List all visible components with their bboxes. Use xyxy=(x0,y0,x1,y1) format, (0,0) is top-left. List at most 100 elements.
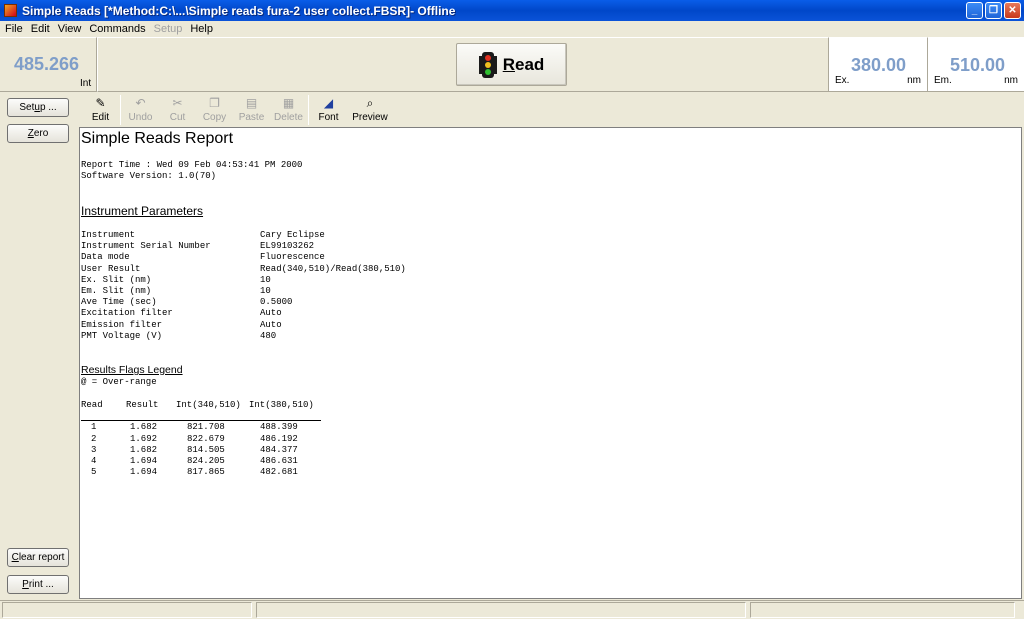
parameter-row: Instrument Serial Number EL99103262 xyxy=(81,241,481,252)
parameter-key: Emission filter xyxy=(81,319,163,330)
menu-help[interactable]: Help xyxy=(187,23,218,35)
table-cell: 486.631 xyxy=(260,455,298,466)
parameter-value: EL99103262 xyxy=(260,241,315,252)
excitation-value: 380.00 xyxy=(851,55,907,75)
excitation-unit: nm xyxy=(907,75,921,86)
menu-file[interactable]: File xyxy=(2,23,28,35)
emission-value: 510.00 xyxy=(950,55,1006,75)
parameters-list: Instrument Cary Eclipse Instrument Serial … xyxy=(81,230,481,342)
table-cell: 2 xyxy=(91,433,97,444)
parameter-row: Excitation filter Auto xyxy=(81,308,481,319)
toolbar-undo-button[interactable]: ↶ Undo xyxy=(122,93,159,127)
traffic-light-icon xyxy=(478,51,497,78)
flags-legend-line: @ = Over-range xyxy=(81,377,157,387)
minimize-button[interactable]: _ xyxy=(966,2,983,19)
parameter-key: Data mode xyxy=(81,252,130,263)
intensity-readout: 485.266 Int xyxy=(0,37,97,92)
setup-button[interactable]: Setup ... xyxy=(7,98,69,117)
report-area[interactable]: Simple Reads Report Report Time : Wed 09… xyxy=(79,127,1022,599)
table-cell: 486.192 xyxy=(260,433,298,444)
toolbar-paste-button[interactable]: ▤ Paste xyxy=(233,93,270,127)
paste-icon: ▤ xyxy=(245,96,258,110)
parameter-row: Data mode Fluorescence xyxy=(81,252,481,263)
menu-edit[interactable]: Edit xyxy=(28,23,55,35)
window-title: Simple Reads [*Method:C:\...\Simple read… xyxy=(22,3,456,18)
table-cell: 5 xyxy=(91,467,97,478)
intensity-value: 485.266 xyxy=(14,54,80,74)
parameter-key: Ex. Slit (nm) xyxy=(81,274,152,285)
preview-icon: ⌕ xyxy=(366,95,374,110)
parameter-row: Ex. Slit (nm) 10 xyxy=(81,275,481,286)
table-cell: 482.681 xyxy=(260,467,298,478)
menu-commands[interactable]: Commands xyxy=(86,23,150,35)
copy-icon: ❐ xyxy=(209,96,220,110)
parameter-key: User Result xyxy=(81,263,141,274)
status-bar xyxy=(0,600,1024,619)
table-cell: 484.377 xyxy=(260,444,298,455)
parameter-value: Read(340,510)/Read(380,510) xyxy=(260,263,406,274)
undo-icon: ↶ xyxy=(135,96,146,110)
left-sidebar: Setup ... Zero Clear report Print ... xyxy=(0,93,78,599)
parameter-value: Auto xyxy=(260,308,282,319)
parameter-key: Excitation filter xyxy=(81,308,173,319)
parameter-value: 10 xyxy=(260,285,271,296)
status-pane-2 xyxy=(256,602,746,618)
emission-readout: 510.00 Em. nm xyxy=(927,37,1024,92)
parameter-row: Ave Time (sec) 0.5000 xyxy=(81,297,481,308)
table-row: 3 1.682 814.505 484.377 xyxy=(81,445,329,456)
table-cell: 814.505 xyxy=(187,444,225,455)
clear-report-button[interactable]: Clear report xyxy=(7,548,69,567)
status-pane-3 xyxy=(750,602,1015,618)
emission-unit: nm xyxy=(1004,75,1018,86)
menu-setup[interactable]: Setup xyxy=(151,23,188,35)
table-cell: 822.679 xyxy=(187,433,225,444)
menu-view[interactable]: View xyxy=(55,23,87,35)
column-header: Read xyxy=(81,400,103,410)
table-cell: 1 xyxy=(91,422,97,433)
toolbar-edit-button[interactable]: ✎ Edit xyxy=(82,93,119,127)
report-time: Report Time : Wed 09 Feb 04:53:41 PM 200… xyxy=(81,160,303,170)
column-header: Int(340,510) xyxy=(176,400,241,410)
zero-button[interactable]: Zero xyxy=(7,124,69,143)
toolbar-label: Font xyxy=(318,112,339,123)
column-header: Int(380,510) xyxy=(249,400,314,410)
table-cell: 1.682 xyxy=(130,422,158,433)
table-cell: 488.399 xyxy=(260,422,298,433)
parameter-row: Emission filter Auto xyxy=(81,320,481,331)
parameter-row: PMT Voltage (V) 480 xyxy=(81,331,481,342)
restore-button[interactable]: ❐ xyxy=(985,2,1002,19)
read-button[interactable]: Read xyxy=(456,43,567,86)
toolbar-label: Edit xyxy=(91,112,110,123)
toolbar-preview-button[interactable]: ⌕ Preview xyxy=(347,93,393,127)
parameter-row: Instrument Cary Eclipse xyxy=(81,230,481,241)
toolbar-cut-button[interactable]: ✂ Cut xyxy=(159,93,196,127)
report-toolbar: ✎ Edit ↶ Undo ✂ Cut ❐ Copy ▤ Paste ▦ Delete ◢ Font ⌕ Pr… xyxy=(79,93,1024,127)
parameter-key: Instrument Serial Number xyxy=(81,241,211,252)
table-cell: 1.692 xyxy=(130,433,158,444)
table-divider xyxy=(81,420,321,421)
table-cell: 1.694 xyxy=(130,467,158,478)
font-icon: ◢ xyxy=(323,96,334,110)
read-panel: Read xyxy=(97,37,828,92)
table-cell: 821.708 xyxy=(187,422,225,433)
parameter-key: PMT Voltage (V) xyxy=(81,330,163,341)
results-table: Read Result Int(340,510) Int(380,510) 1 1.682… xyxy=(81,400,329,478)
software-version: Software Version: 1.0(70) xyxy=(81,171,217,181)
column-header: Result xyxy=(126,400,159,410)
app-icon xyxy=(4,4,17,17)
table-row: 2 1.692 822.679 486.192 xyxy=(81,434,329,445)
print-button[interactable]: Print ... xyxy=(7,575,69,594)
parameter-value: Fluorescence xyxy=(260,252,325,263)
close-button[interactable]: ✕ xyxy=(1004,2,1021,19)
emission-label: Em. xyxy=(934,75,952,86)
toolbar-delete-button[interactable]: ▦ Delete xyxy=(270,93,307,127)
table-header-row: Read Result Int(340,510) Int(380,510) xyxy=(81,400,329,411)
toolbar-copy-button[interactable]: ❐ Copy xyxy=(196,93,233,127)
title-bar[interactable]: Simple Reads [*Method:C:\...\Simple read… xyxy=(0,0,1024,21)
table-row: 1 1.682 821.708 488.399 xyxy=(81,422,329,433)
table-row: 4 1.694 824.205 486.631 xyxy=(81,456,329,467)
cut-icon: ✂ xyxy=(172,96,183,110)
toolbar-font-button[interactable]: ◢ Font xyxy=(310,93,347,127)
delete-icon: ▦ xyxy=(282,96,295,110)
parameter-row: User Result Read(340,510)/Read(380,510) xyxy=(81,264,481,275)
